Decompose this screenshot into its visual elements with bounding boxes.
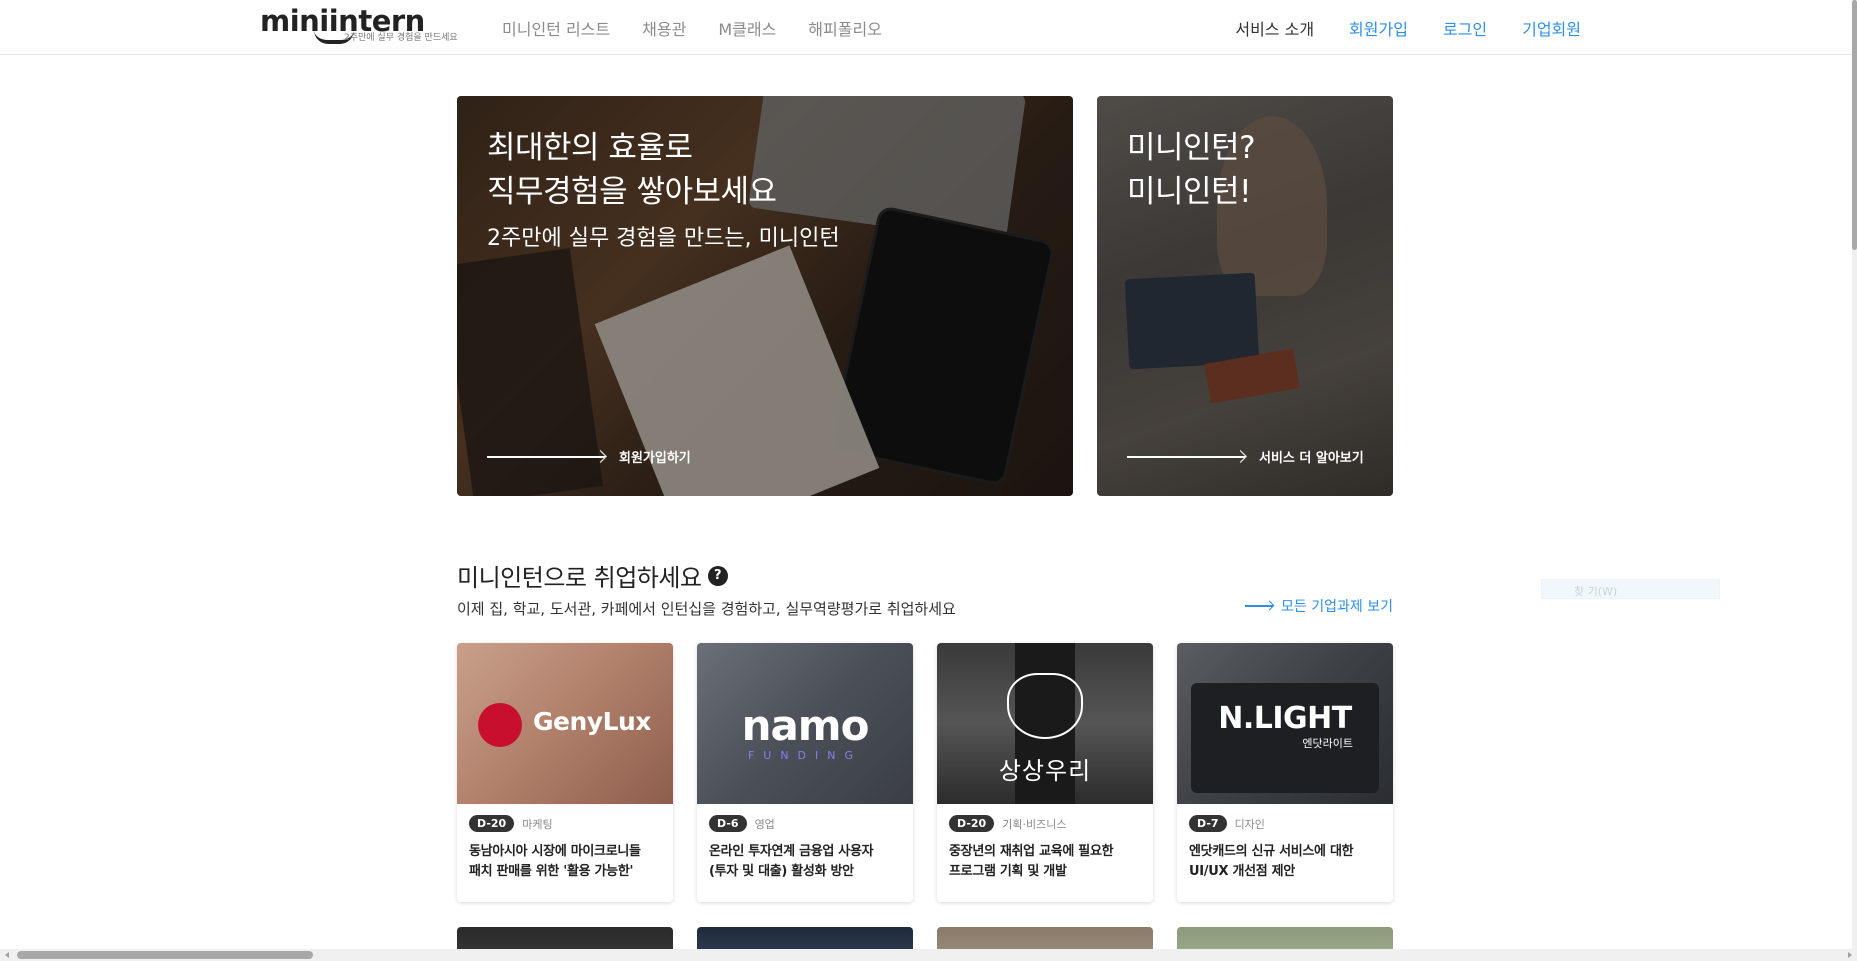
sangsang-logo-icon (1007, 673, 1083, 739)
logo-tagline: 2주만에 실무 경험을 만드세요 (344, 33, 458, 43)
hero-main-subtitle: 2주만에 실무 경험을 만드는, 미니인턴 (487, 226, 840, 251)
scroll-right-icon[interactable] (1848, 952, 1852, 958)
view-all-link[interactable]: 모든 기업과제 보기 (1245, 596, 1393, 616)
logo[interactable]: miniintern 2주만에 실무 경험을 만드세요 (260, 4, 475, 46)
hero-banner-side[interactable]: 미니인턴? 미니인턴! 서비스 더 알아보기 (1097, 96, 1393, 496)
card-title-line1: 온라인 투자연계 금융업 사용자 (709, 844, 874, 859)
nav-item-service-intro[interactable]: 서비스 소개 (1235, 16, 1314, 40)
account-nav: 서비스 소개 회원가입 로그인 기업회원 (1235, 16, 1581, 40)
help-icon[interactable]: ? (707, 565, 728, 586)
hero-main-title-line2: 직무경험을 쌓아보세요 (487, 174, 777, 210)
task-card[interactable]: N.LIGHT 엔닷라이트 D-7 디자인 엔닷캐드의 신규 서비스에 대한 U… (1177, 643, 1393, 902)
card-title: 엔닷캐드의 신규 서비스에 대한 UI/UX 개선점 제안 (1189, 842, 1381, 882)
card-brand: 상상우리 (998, 757, 1092, 785)
card-brand-sub: 엔닷라이트 (1302, 737, 1353, 750)
task-card[interactable]: namo FUNDING D-6 영업 온라인 투자연계 금융업 사용자 (투자… (697, 643, 913, 902)
card-brand: namo (741, 701, 870, 750)
card-title-line1: 중장년의 재취업 교육에 필요한 (949, 844, 1114, 859)
arrow-right-icon (1127, 455, 1245, 458)
card-title-line2: (투자 및 대출) 활성화 방안 (709, 864, 854, 879)
signup-link[interactable]: 회원가입 (1349, 16, 1408, 40)
nav-item-miniintern-list[interactable]: 미니인턴 리스트 (502, 16, 610, 40)
hero-main-title-line1: 최대한의 효율로 (487, 130, 693, 166)
card-brand: N.LIGHT (1218, 701, 1352, 736)
vertical-scroll-thumb[interactable] (1852, 0, 1857, 250)
card-category: 영업 (754, 817, 775, 831)
card-image: namo FUNDING (697, 643, 913, 804)
task-card[interactable]: 상상우리 D-20 기획·비즈니스 중장년의 재취업 교육에 필요한 프로그램 … (937, 643, 1153, 902)
company-member-link[interactable]: 기업회원 (1522, 16, 1581, 40)
card-title-line2: UI/UX 개선점 제안 (1189, 864, 1295, 879)
hero-banner-main[interactable]: 최대한의 효율로 직무경험을 쌓아보세요 2주만에 실무 경험을 만드는, 미니… (457, 96, 1073, 496)
hero-signup-link[interactable]: 회원가입하기 (487, 447, 691, 466)
card-title: 온라인 투자연계 금융업 사용자 (투자 및 대출) 활성화 방안 (709, 842, 901, 882)
card-category: 기획·비즈니스 (1002, 817, 1067, 831)
arrow-right-icon (487, 455, 605, 458)
dday-badge: D-7 (1189, 815, 1227, 832)
hero-service-label: 서비스 더 알아보기 (1259, 451, 1364, 466)
nav-item-mclass[interactable]: M클래스 (718, 16, 776, 40)
card-title: 중장년의 재취업 교육에 필요한 프로그램 기획 및 개발 (949, 842, 1141, 882)
login-link[interactable]: 로그인 (1443, 16, 1487, 40)
vertical-scrollbar[interactable] (1852, 0, 1857, 961)
find-box[interactable]: 찾 기(W) (1541, 579, 1720, 599)
main-nav: 미니인턴 리스트 채용관 M클래스 해피폴리오 (502, 16, 882, 40)
section-subtitle: 이제 집, 학교, 도서관, 카페에서 인턴십을 경험하고, 실무역량평가로 취… (457, 600, 956, 618)
scroll-left-icon[interactable] (5, 952, 9, 958)
card-image: GenyLux (457, 643, 673, 804)
card-title-line2: 패치 판매를 위한 '활용 가능한' (469, 864, 634, 879)
card-title-line1: 동남아시아 시장에 마이크로니들 (469, 844, 641, 859)
card-brand-sub: FUNDING (747, 749, 863, 762)
dday-badge: D-20 (469, 815, 515, 832)
hero-side-title-line2: 미니인턴! (1127, 174, 1252, 210)
top-header: miniintern 2주만에 실무 경험을 만드세요 미니인턴 리스트 채용관… (0, 0, 1852, 55)
hero-side-text: 미니인턴? 미니인턴! (1127, 126, 1256, 214)
task-card-list: GenyLux D-20 마케팅 동남아시아 시장에 마이크로니들 패치 판매를… (457, 643, 1393, 902)
horizontal-scroll-thumb[interactable] (17, 951, 313, 959)
horizontal-scrollbar[interactable] (0, 949, 1857, 961)
hero-signup-label: 회원가입하기 (619, 451, 691, 466)
page: miniintern 2주만에 실무 경험을 만드세요 미니인턴 리스트 채용관… (0, 0, 1857, 961)
nav-item-happyfolio[interactable]: 해피폴리오 (808, 16, 882, 40)
view-all-label: 모든 기업과제 보기 (1281, 599, 1393, 615)
dday-badge: D-6 (709, 815, 747, 832)
genylux-logo-icon (478, 703, 522, 747)
card-category: 디자인 (1234, 817, 1265, 831)
card-title: 동남아시아 시장에 마이크로니들 패치 판매를 위한 '활용 가능한' (469, 842, 661, 882)
card-image: 상상우리 (937, 643, 1153, 804)
card-title-line1: 엔닷캐드의 신규 서비스에 대한 (1189, 844, 1354, 859)
dday-badge: D-20 (949, 815, 995, 832)
section-title: 미니인턴으로 취업하세요 ? (457, 558, 728, 593)
hero-side-title-line1: 미니인턴? (1127, 130, 1256, 166)
section-title-text: 미니인턴으로 취업하세요 (457, 564, 702, 592)
hero-main-text: 최대한의 효율로 직무경험을 쌓아보세요 2주만에 실무 경험을 만드는, 미니… (487, 126, 840, 252)
nav-item-recruit[interactable]: 채용관 (642, 16, 686, 40)
task-card[interactable]: GenyLux D-20 마케팅 동남아시아 시장에 마이크로니들 패치 판매를… (457, 643, 673, 902)
card-image: N.LIGHT 엔닷라이트 (1177, 643, 1393, 804)
card-title-line2: 프로그램 기획 및 개발 (949, 864, 1067, 879)
card-category: 마케팅 (522, 817, 553, 831)
card-brand: GenyLux (533, 707, 651, 736)
arrow-right-icon (1245, 605, 1274, 607)
hero-service-link[interactable]: 서비스 더 알아보기 (1127, 447, 1364, 466)
